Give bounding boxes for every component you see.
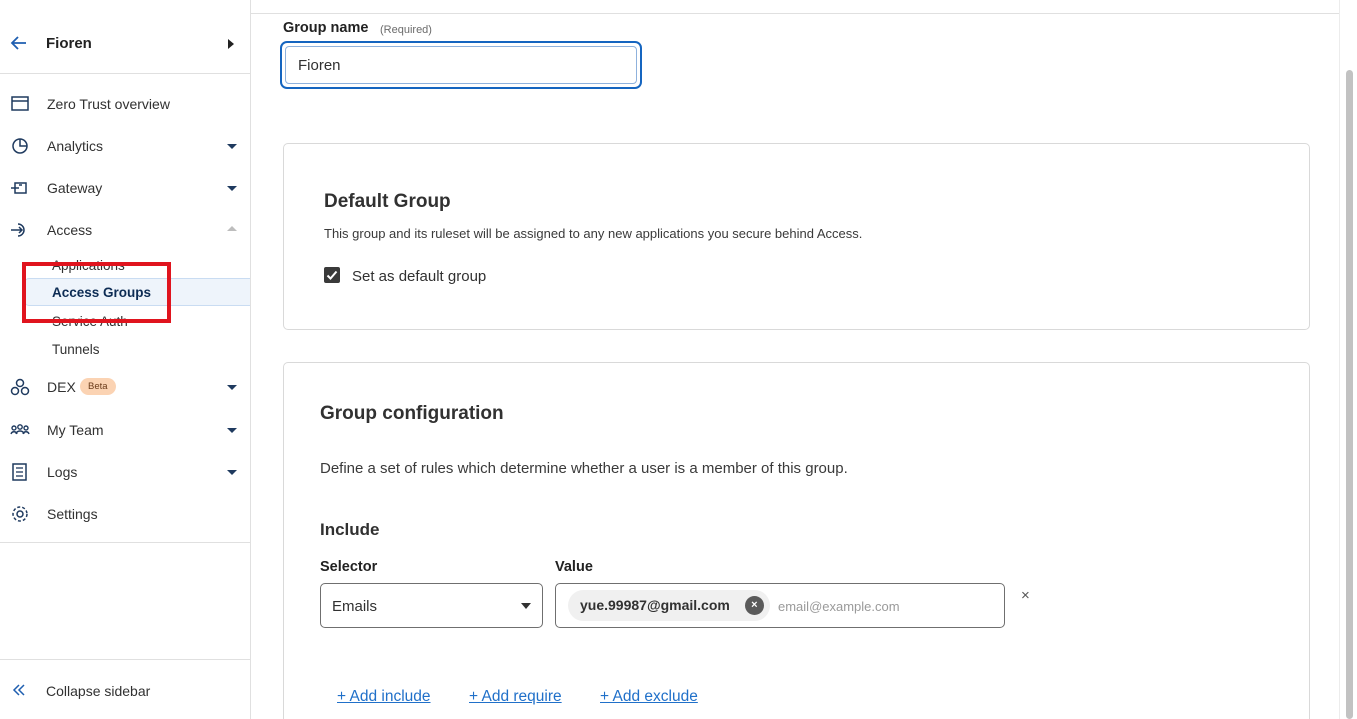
value-label: Value bbox=[555, 559, 593, 575]
access-icon bbox=[11, 223, 25, 237]
dex-icon bbox=[10, 378, 30, 396]
sidebar-item-settings[interactable]: Settings bbox=[0, 494, 250, 534]
add-require-link[interactable]: + Add require bbox=[469, 688, 562, 706]
add-include-link[interactable]: + Add include bbox=[337, 688, 431, 706]
sidebar-item-label: Gateway bbox=[47, 180, 103, 196]
gear-icon bbox=[12, 506, 28, 522]
default-group-checkbox[interactable] bbox=[324, 267, 340, 283]
remove-rule-button[interactable]: × bbox=[1021, 587, 1030, 604]
sidebar-subitem-tunnels[interactable]: Tunnels bbox=[24, 335, 250, 363]
double-chevron-left-icon bbox=[12, 684, 25, 696]
default-group-card: Default Group This group and its ruleset… bbox=[283, 143, 1310, 330]
sidebar-item-label: My Team bbox=[47, 422, 104, 438]
group-configuration-description: Define a set of rules which determine wh… bbox=[320, 460, 848, 477]
sidebar-item-access[interactable]: Access bbox=[0, 210, 250, 250]
caret-down-icon bbox=[521, 603, 531, 609]
remove-chip-button[interactable]: × bbox=[744, 596, 764, 615]
sidebar-item-dex[interactable]: DEX Beta bbox=[0, 367, 250, 407]
chevron-down-icon[interactable] bbox=[227, 470, 237, 475]
scrollbar-thumb[interactable] bbox=[1346, 70, 1353, 719]
default-group-description: This group and its ruleset will be assig… bbox=[324, 226, 863, 241]
beta-badge: Beta bbox=[80, 378, 116, 395]
sidebar-item-label: Zero Trust overview bbox=[47, 96, 170, 112]
sidebar-item-analytics[interactable]: Analytics bbox=[0, 126, 250, 166]
group-configuration-title: Group configuration bbox=[320, 403, 504, 424]
selector-label: Selector bbox=[320, 559, 378, 575]
group-configuration-card: Group configuration Define a set of rule… bbox=[283, 362, 1310, 719]
required-hint: (Required) bbox=[380, 24, 432, 36]
sidebar-item-label: Analytics bbox=[47, 138, 104, 154]
include-heading: Include bbox=[320, 520, 380, 539]
value-field[interactable]: yue.99987@gmail.com × bbox=[555, 583, 1005, 628]
top-divider bbox=[251, 13, 1339, 14]
email-input[interactable] bbox=[778, 597, 978, 615]
chevron-up-icon[interactable] bbox=[227, 226, 237, 231]
chevron-down-icon[interactable] bbox=[227, 144, 237, 149]
sidebar-item-label: Access bbox=[47, 222, 93, 238]
sidebar-item-my-team[interactable]: My Team bbox=[0, 410, 250, 450]
group-name-input[interactable]: Fioren bbox=[280, 41, 642, 89]
sidebar-subitem-label: Tunnels bbox=[52, 342, 100, 357]
email-chip: yue.99987@gmail.com × bbox=[568, 590, 770, 621]
account-header[interactable]: Fioren bbox=[0, 0, 250, 74]
sidebar-divider bbox=[0, 542, 250, 543]
default-group-checkbox-label[interactable]: Set as default group bbox=[352, 268, 486, 285]
logs-icon bbox=[12, 463, 27, 481]
sidebar-item-label: Settings bbox=[47, 506, 98, 522]
sidebar: Fioren Zero Trust overview Analytics Gat… bbox=[0, 0, 251, 719]
browser-window-icon bbox=[11, 96, 29, 111]
selector-dropdown[interactable]: Emails bbox=[320, 583, 543, 628]
sidebar-item-logs[interactable]: Logs bbox=[0, 452, 250, 492]
team-icon bbox=[10, 424, 30, 435]
group-name-value[interactable]: Fioren bbox=[285, 46, 637, 84]
pie-chart-icon bbox=[12, 138, 28, 154]
checkmark-icon bbox=[326, 270, 338, 280]
highlight-annotation-box bbox=[22, 262, 171, 323]
chevron-down-icon[interactable] bbox=[227, 186, 237, 191]
sidebar-item-label: DEX bbox=[47, 379, 76, 395]
group-name-label: Group name bbox=[283, 20, 369, 36]
account-name: Fioren bbox=[46, 35, 92, 52]
gateway-icon bbox=[11, 182, 27, 194]
add-exclude-link[interactable]: + Add exclude bbox=[600, 688, 698, 706]
sidebar-item-label: Logs bbox=[47, 464, 78, 480]
chevron-down-icon[interactable] bbox=[227, 428, 237, 433]
chevron-down-icon[interactable] bbox=[227, 385, 237, 390]
account-caret-icon[interactable] bbox=[228, 39, 234, 49]
default-group-title: Default Group bbox=[324, 191, 451, 212]
close-icon: × bbox=[751, 599, 758, 611]
sidebar-item-gateway[interactable]: Gateway bbox=[0, 168, 250, 208]
sidebar-item-zero-trust-overview[interactable]: Zero Trust overview bbox=[0, 84, 250, 124]
back-arrow-icon[interactable] bbox=[10, 34, 28, 52]
email-chip-label: yue.99987@gmail.com bbox=[580, 597, 730, 613]
collapse-sidebar-label: Collapse sidebar bbox=[46, 683, 151, 699]
selector-value: Emails bbox=[332, 598, 378, 615]
collapse-sidebar-button[interactable]: Collapse sidebar bbox=[0, 659, 250, 719]
